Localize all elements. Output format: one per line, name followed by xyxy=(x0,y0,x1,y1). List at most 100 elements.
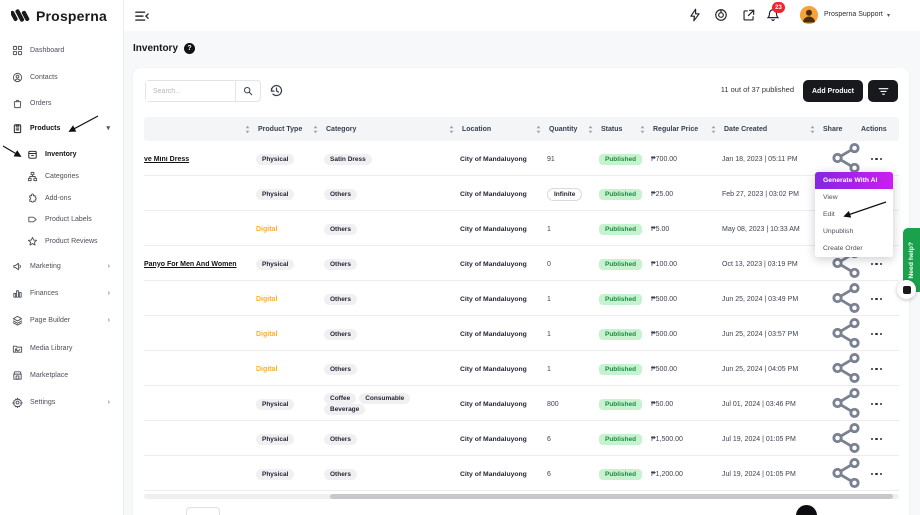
column-header-product-type[interactable]: Product Type xyxy=(256,117,324,141)
sort-icon[interactable] xyxy=(588,125,593,134)
bolt-icon[interactable] xyxy=(688,8,702,22)
location: City of Mandaluyong xyxy=(460,296,527,303)
status-badge: Published xyxy=(599,154,642,165)
help-icon[interactable]: ? xyxy=(184,43,195,54)
add-product-button[interactable]: Add Product xyxy=(803,80,863,102)
quantity: 6 xyxy=(547,436,551,443)
addons-icon xyxy=(27,193,38,204)
product-type: Digital xyxy=(256,366,277,373)
horizontal-scrollbar[interactable] xyxy=(144,494,899,499)
sidebar-item-page-builder[interactable]: Page Builder › xyxy=(0,310,124,330)
search-input[interactable] xyxy=(146,81,235,101)
menu-fold-icon[interactable] xyxy=(135,9,149,21)
user-name[interactable]: Prosperna Support xyxy=(824,11,883,18)
product-name-link[interactable]: ve Mini Dress xyxy=(144,156,256,163)
sidebar-item-inventory[interactable]: Inventory xyxy=(0,144,124,164)
sort-icon[interactable] xyxy=(449,125,454,134)
external-link-icon[interactable] xyxy=(742,8,756,22)
category-pill: Others xyxy=(324,259,357,270)
chevron-right-icon[interactable]: › xyxy=(108,263,110,270)
actions-menu-icon[interactable] xyxy=(871,333,895,335)
actions-menu-icon[interactable] xyxy=(871,473,895,475)
chat-widget-icon[interactable] xyxy=(897,280,916,299)
context-menu-item-view[interactable]: View xyxy=(815,189,893,206)
column-header-location[interactable]: Location xyxy=(460,117,547,141)
column-header-quantity[interactable]: Quantity xyxy=(547,117,599,141)
chevron-down-icon[interactable]: ▾ xyxy=(887,12,890,19)
product-type: Physical xyxy=(256,154,294,165)
status-badge: Published xyxy=(599,329,642,340)
chevron-right-icon[interactable]: › xyxy=(108,399,110,406)
context-menu-item-unpublish[interactable]: Unpublish xyxy=(815,223,893,240)
page-size-select[interactable] xyxy=(186,507,220,515)
quantity: 1 xyxy=(547,296,551,303)
sidebar-item-products[interactable]: Products▾ xyxy=(0,118,124,138)
actions-menu-icon[interactable] xyxy=(871,368,895,370)
products-icon xyxy=(12,123,23,134)
quantity: Infinite xyxy=(547,188,582,201)
brand-logo[interactable]: Prosperna xyxy=(11,7,107,24)
chevron-right-icon[interactable]: › xyxy=(108,317,110,324)
column-header-product[interactable] xyxy=(144,117,256,141)
actions-menu-icon[interactable] xyxy=(871,298,895,300)
sidebar-item-label: Page Builder xyxy=(30,317,70,324)
context-menu-item-create-order[interactable]: Create Order xyxy=(815,240,893,257)
actions-menu-icon[interactable] xyxy=(871,438,895,440)
location: City of Mandaluyong xyxy=(460,226,527,233)
avatar[interactable] xyxy=(800,6,818,24)
sidebar-item-marketing[interactable]: Marketing› xyxy=(0,256,124,276)
sidebar-item-settings[interactable]: Settings› xyxy=(0,392,124,412)
inventory-card: 11 out of 37 published Add Product Produ… xyxy=(133,68,909,515)
table-row: DigitalOthersCity of Mandaluyong1Publish… xyxy=(144,211,899,246)
category-pill: Others xyxy=(324,364,357,375)
column-header-date-created[interactable]: Date Created xyxy=(722,117,821,141)
context-menu-item-edit[interactable]: Edit xyxy=(815,206,893,223)
column-label: Product Type xyxy=(258,126,302,133)
sidebar-item-finances[interactable]: Finances› xyxy=(0,283,124,303)
sort-icon[interactable] xyxy=(313,125,318,134)
column-header-status[interactable]: Status xyxy=(599,117,651,141)
sidebar-item-product-labels[interactable]: Product Labels xyxy=(0,209,124,229)
column-label: Actions xyxy=(861,126,887,133)
category-pill: Others xyxy=(324,294,357,305)
sidebar-item-media-library[interactable]: Media Library xyxy=(0,338,124,358)
brand-name: Prosperna xyxy=(36,8,107,24)
regular-price: ₱25.00 xyxy=(651,191,722,198)
product-name-link[interactable]: Panyo For Men And Women xyxy=(144,261,256,268)
category-pill: Others xyxy=(324,329,357,340)
share-icon[interactable] xyxy=(829,485,863,492)
filter-icon xyxy=(878,87,889,96)
search-icon[interactable] xyxy=(235,81,260,101)
sort-icon[interactable] xyxy=(640,125,645,134)
column-header-regular-price[interactable]: Regular Price xyxy=(651,117,722,141)
target-icon[interactable] xyxy=(714,8,728,22)
actions-menu-icon[interactable] xyxy=(871,158,895,160)
sidebar-item-contacts[interactable]: Contacts xyxy=(0,67,124,87)
sidebar-item-categories[interactable]: Categories xyxy=(0,166,124,186)
filter-button[interactable] xyxy=(868,80,898,102)
scrollbar-thumb[interactable] xyxy=(330,494,893,499)
chevron-down-icon[interactable]: ▾ xyxy=(106,124,110,132)
sort-icon[interactable] xyxy=(711,125,716,134)
sidebar-item-marketplace[interactable]: Marketplace xyxy=(0,365,124,385)
sidebar-item-product-reviews[interactable]: Product Reviews xyxy=(0,231,124,251)
column-header-category[interactable]: Category xyxy=(324,117,460,141)
sidebar-item-add-ons[interactable]: Add-ons xyxy=(0,188,124,208)
storefront-icon xyxy=(12,370,23,381)
category-pill: Others xyxy=(324,189,357,200)
sort-icon[interactable] xyxy=(245,125,250,134)
table-row: PhysicalOthersCity of Mandaluyong6Publis… xyxy=(144,421,899,456)
sort-icon[interactable] xyxy=(536,125,541,134)
table-row: DigitalOthersCity of Mandaluyong1Publish… xyxy=(144,351,899,386)
context-menu-item-generate-with-ai[interactable]: Generate With AI xyxy=(815,172,893,189)
sidebar-item-dashboard[interactable]: Dashboard xyxy=(0,40,124,60)
actions-menu-icon[interactable] xyxy=(871,263,895,265)
actions-menu-icon[interactable] xyxy=(871,403,895,405)
sort-icon[interactable] xyxy=(810,125,815,134)
status-badge: Published xyxy=(599,434,642,445)
refresh-history-icon[interactable] xyxy=(269,83,284,98)
sidebar-item-orders[interactable]: Orders xyxy=(0,93,124,113)
chevron-right-icon[interactable]: › xyxy=(108,290,110,297)
sidebar-item-label: Marketplace xyxy=(30,372,68,379)
location: City of Mandaluyong xyxy=(460,156,527,163)
